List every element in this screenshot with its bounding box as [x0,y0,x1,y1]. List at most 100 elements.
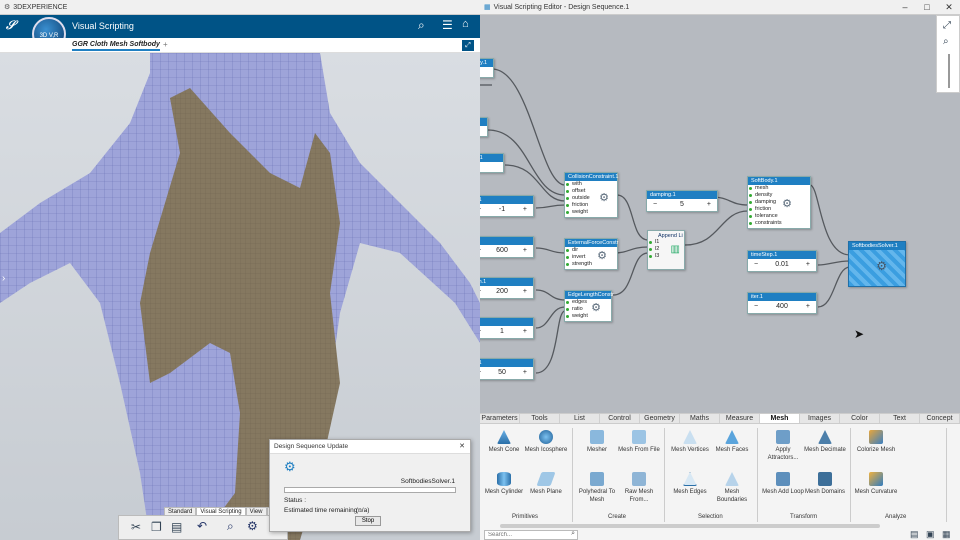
fit-icon[interactable]: ⤢ [943,20,951,31]
maximize-button[interactable]: □ [916,0,938,15]
plus-button[interactable]: + [806,261,810,268]
minus-button[interactable]: − [754,261,758,268]
node-damping[interactable]: damping.1 − 5 + [646,190,718,212]
port-strength[interactable]: strength [565,261,617,268]
node-partial-2[interactable] [480,117,488,137]
plus-button[interactable]: + [707,201,711,208]
dialog-close-button[interactable]: ✕ [459,440,465,454]
plus-button[interactable]: + [523,328,527,335]
port-weight[interactable]: weight [565,209,617,216]
left-arrow-icon[interactable]: › [2,273,5,284]
node-softbodies-solver[interactable]: SoftbodiesSolver.1 ⚙ [848,241,906,287]
stop-button[interactable]: Stop [355,516,381,526]
node-canvas[interactable]: ody.1 in.1 e.1 − -1 + t.1 − 600 + gth.1 − 200… [480,15,960,413]
ribbon-scrollbar[interactable] [500,524,880,528]
section-transform[interactable]: Transform [790,514,817,520]
section-create[interactable]: Create [608,514,626,520]
search-icon[interactable]: ⌕ [418,18,425,33]
minimize-button[interactable]: – [894,0,916,15]
expand-icon[interactable]: ⤢ [462,40,474,51]
menu-icon[interactable]: ☰ [442,18,453,32]
tab-measure[interactable]: Measure [720,414,760,423]
cut-icon[interactable]: ✂ [131,520,141,534]
minus-button[interactable]: − [480,206,481,213]
iter-stepper[interactable]: − 400 + [748,301,816,312]
tab-document[interactable]: GGR Cloth Mesh Softbody [72,41,160,51]
tool-mesh-add-loop[interactable]: Mesh Add Loop [761,472,805,496]
tab-control[interactable]: Control [600,414,640,423]
node-timestep[interactable]: timeStep.1 − 0.01 + [747,250,817,272]
section-analyze[interactable]: Analyze [885,514,906,520]
value-stepper[interactable]: − 600 + [480,245,533,256]
minus-button[interactable]: − [480,328,481,335]
section-selection[interactable]: Selection [698,514,723,520]
node-partial-7[interactable]: .1 − 1 + [480,317,534,339]
tab-mesh[interactable]: Mesh [760,414,800,423]
tool-mesh-cone[interactable]: Mesh Cone [482,430,526,454]
port-weight[interactable]: weight [565,313,611,320]
port-outside[interactable]: outside [565,195,617,202]
tool-raw-mesh-from[interactable]: Raw Mesh From... [617,472,661,504]
plus-button[interactable]: + [806,303,810,310]
search-box[interactable]: ⌕ [484,530,578,540]
value-stepper[interactable]: − -1 + [480,204,533,215]
minus-button[interactable]: − [653,201,657,208]
plus-button[interactable]: + [523,288,527,295]
tool-mesh-icosphere[interactable]: Mesh Icosphere [524,430,568,454]
tab-maths[interactable]: Maths [680,414,720,423]
section-primitives[interactable]: Primitives [512,514,538,520]
tool-mesh-from-file[interactable]: Mesh From File [617,430,661,454]
tool-mesh-boundaries[interactable]: Mesh Boundaries [710,472,754,504]
tool-colorize-mesh[interactable]: Colorize Mesh [854,430,898,454]
tool-mesh-plane[interactable]: Mesh Plane [524,472,568,496]
minus-button[interactable]: − [480,369,481,376]
tab-concept[interactable]: Concept [920,414,960,423]
plus-button[interactable]: + [523,206,527,213]
value-stepper[interactable]: − 50 + [480,367,533,378]
paste-icon[interactable]: ▤ [171,520,182,534]
tool-mesh-edges[interactable]: Mesh Edges [668,472,712,496]
node-partial-4[interactable]: e.1 − -1 + [480,195,534,217]
tool-mesh-faces[interactable]: Mesh Faces [710,430,754,454]
port-invert[interactable]: invert [565,254,617,261]
node-iter[interactable]: iter.1 − 400 + [747,292,817,314]
tool-mesher[interactable]: Mesher [575,430,619,454]
settings-icon[interactable]: ⚙ [247,519,258,533]
tab-tools[interactable]: Tools [520,414,560,423]
node-collision-constraint[interactable]: CollisionConstraint.1 with offset outsid… [564,172,618,218]
right-titlebar[interactable]: ▦ Visual Scripting Editor - Design Seque… [480,0,960,15]
node-partial-5[interactable]: t.1 − 600 + [480,236,534,258]
port-constraints[interactable]: constraints [748,220,810,227]
search-input[interactable] [485,531,565,539]
minus-button[interactable]: − [480,288,481,295]
port-mesh[interactable]: mesh [748,185,810,192]
port-ratio[interactable]: ratio [565,306,611,313]
node-partial-3[interactable]: in.1 [480,153,504,173]
tool-mesh-cylinder[interactable]: Mesh Cylinder [482,472,526,496]
port-density[interactable]: density [748,192,810,199]
node-partial-1[interactable]: ody.1 [480,58,494,78]
damping-stepper[interactable]: − 5 + [647,199,717,210]
view-icon-3[interactable]: ▦ [942,529,951,540]
tag-icon[interactable]: ⌂ [462,18,469,30]
node-append-list[interactable]: Append Li l1 l2 l3 ▥ [647,230,685,270]
copy-icon[interactable]: ❐ [151,520,162,534]
port-edges[interactable]: edges [565,299,611,306]
port-tolerance[interactable]: tolerance [748,213,810,220]
tab-geometry[interactable]: Geometry [640,414,680,423]
minus-button[interactable]: − [754,303,758,310]
minus-button[interactable]: − [480,247,481,254]
tool-mesh-curvature[interactable]: Mesh Curvature [854,472,898,496]
undo-icon[interactable]: ↶ [197,519,207,533]
tab-text[interactable]: Text [880,414,920,423]
left-titlebar[interactable]: ⚙ 3DEXPERIENCE [0,0,480,15]
view-icon-1[interactable]: ▤ [910,529,919,540]
tab-parameters[interactable]: Parameters [480,414,520,423]
tool-mesh-vertices[interactable]: Mesh Vertices [668,430,712,454]
plus-button[interactable]: + [523,369,527,376]
tab-list[interactable]: List [560,414,600,423]
tab-color[interactable]: Color [840,414,880,423]
tab-images[interactable]: Images [800,414,840,423]
value-stepper[interactable]: − 200 + [480,286,533,297]
tool-polyhedral-to-mesh[interactable]: Polyhedral To Mesh [575,472,619,504]
